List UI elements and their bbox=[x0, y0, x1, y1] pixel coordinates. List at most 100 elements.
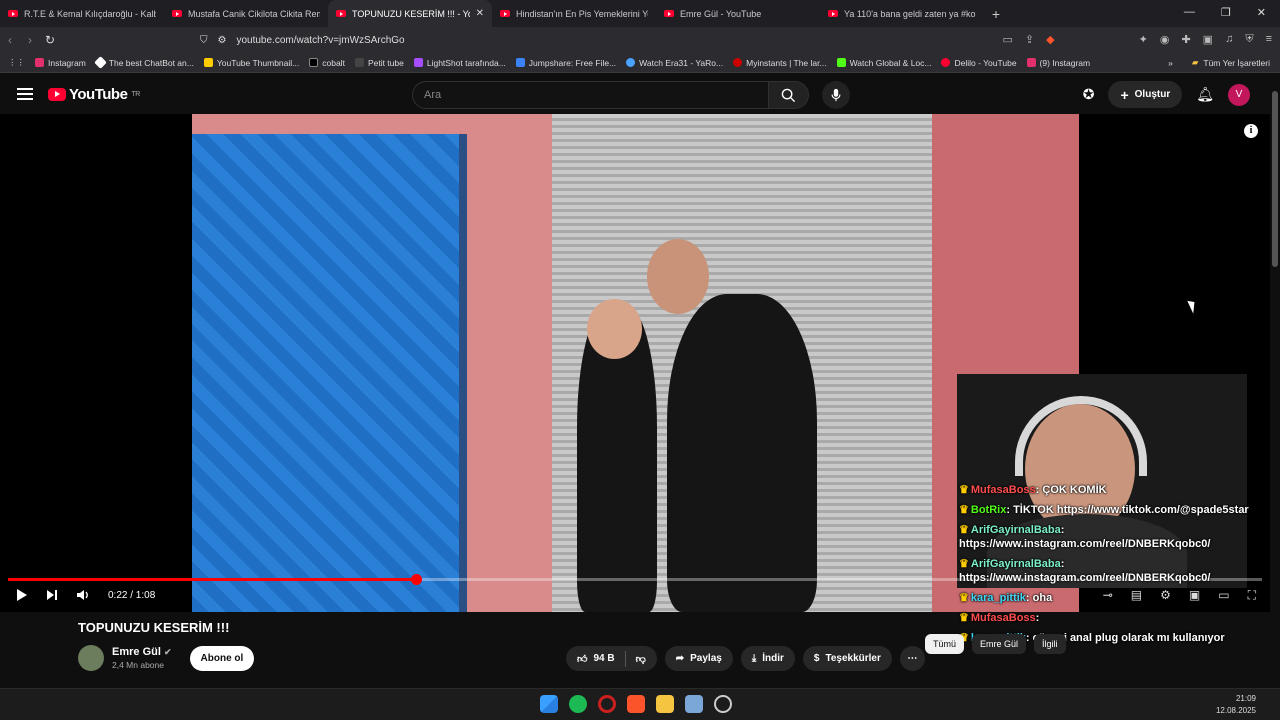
youtube-header: YouTubeTR ✪ + Oluştur 🔔︎ V bbox=[0, 73, 1280, 115]
bookmark-item[interactable]: Petit tube bbox=[354, 57, 404, 68]
more-bookmarks-icon[interactable]: » bbox=[1168, 58, 1173, 68]
tab-1[interactable]: Mustafa Canik Cikilota Cikita Remix bbox=[164, 0, 328, 27]
share-button[interactable]: ➦ Paylaş bbox=[664, 646, 733, 671]
chat-message: ♛ MufasaBoss: ÇOK KOMİK bbox=[959, 484, 1107, 496]
extension-icon[interactable]: ◉ bbox=[1160, 33, 1170, 46]
youtube-favicon-icon bbox=[336, 10, 346, 17]
cast-icon[interactable]: ▭ bbox=[1003, 33, 1013, 46]
bookmark-item[interactable]: YouTube Thumbnail... bbox=[203, 58, 299, 68]
photos-icon[interactable] bbox=[685, 695, 703, 713]
voice-search-button[interactable] bbox=[822, 81, 850, 109]
clock-date: 12.08.2025 bbox=[1215, 706, 1256, 715]
tab-2-active[interactable]: TOPUNUZU KESERİM !!! - YouTube ✕ bbox=[328, 0, 492, 27]
channel-name[interactable]: Emre Gül bbox=[112, 646, 161, 658]
info-icon[interactable]: i bbox=[1244, 124, 1258, 138]
video-scene-face bbox=[647, 239, 709, 314]
all-bookmarks[interactable]: » ▰ Tüm Yer İşaretleri bbox=[1168, 57, 1270, 68]
bookmark-label: Petit tube bbox=[367, 57, 404, 68]
chat-message: ♛ ArifGayirnalBaba: https://www.instagram… bbox=[959, 524, 1211, 550]
tab-5[interactable]: Ya 110'a bana geldi zaten ya #kolpaç bbox=[820, 0, 984, 27]
thanks-button[interactable]: $ Teşekkürler bbox=[802, 646, 892, 671]
bookmark-item[interactable]: cobalt bbox=[309, 58, 345, 68]
search-button[interactable] bbox=[769, 81, 809, 109]
bookmark-item[interactable]: (9) Instagram bbox=[1026, 58, 1090, 68]
brave-browser-icon[interactable] bbox=[627, 695, 645, 713]
download-button[interactable]: ⤓ İndir bbox=[740, 646, 795, 671]
bookmark-item[interactable]: Instagram bbox=[35, 58, 86, 68]
minimize-icon[interactable]: — bbox=[1184, 6, 1195, 19]
channel-avatar[interactable] bbox=[78, 645, 104, 671]
region-code: TR bbox=[131, 90, 140, 98]
vpn-icon[interactable]: ⛨ bbox=[1245, 33, 1253, 46]
bookmark-item[interactable]: Watch Global & Loc... bbox=[836, 58, 931, 68]
brave-shield-icon[interactable]: ◆ bbox=[1046, 33, 1054, 46]
bookmark-item[interactable]: LightShot tarafında... bbox=[413, 58, 506, 68]
window-controls: — ❐ ✕ bbox=[1170, 0, 1280, 25]
scrollbar-thumb[interactable] bbox=[1272, 91, 1278, 267]
avatar[interactable]: V bbox=[1228, 83, 1250, 106]
video-title-area: TOPUNUZU KESERİM !!! bbox=[78, 620, 229, 635]
notifications-bell-icon[interactable]: 🔔︎ bbox=[1196, 86, 1214, 103]
channel-row: Emre Gül ✔ 2,4 Mn abone Abone ol bbox=[78, 645, 255, 671]
video-scene-face bbox=[587, 299, 642, 359]
apps-grid-icon[interactable]: ⋮⋮ bbox=[8, 57, 25, 68]
bookmark-item[interactable]: Delilo - YouTube bbox=[941, 58, 1017, 68]
windows-start-icon[interactable] bbox=[540, 695, 558, 713]
hamburger-menu-icon[interactable] bbox=[17, 88, 33, 100]
chip-channel[interactable]: Emre Gül bbox=[972, 634, 1027, 654]
like-button[interactable]: 👍︎ 94 B 👎︎ bbox=[566, 646, 657, 671]
sidebar-icon[interactable]: ▣ bbox=[1203, 33, 1213, 46]
bookmark-item[interactable]: Watch Era31 - YaRo... bbox=[626, 58, 723, 68]
bookmark-label: cobalt bbox=[322, 57, 345, 68]
thumbs-down-icon[interactable]: 👎︎ bbox=[636, 653, 646, 665]
bookmark-item[interactable]: Jumpshare: Free File... bbox=[515, 58, 616, 68]
music-icon[interactable]: ♫ bbox=[1225, 33, 1233, 46]
subscribe-button[interactable]: Abone ol bbox=[189, 645, 255, 671]
stream-chat-overlay: ♛ MufasaBoss: ÇOK KOMİK ♛ BotRix: TİKTOK ht… bbox=[957, 480, 1267, 648]
maximize-icon[interactable]: ❐ bbox=[1221, 6, 1231, 19]
new-tab-icon[interactable]: + bbox=[984, 6, 1008, 22]
back-icon[interactable]: ‹ bbox=[0, 33, 20, 47]
thumbs-up-icon: 👍︎ bbox=[577, 653, 588, 665]
reload-icon[interactable]: ↻ bbox=[40, 33, 60, 47]
close-window-icon[interactable]: ✕ bbox=[1257, 6, 1266, 19]
chat-username: MufasaBoss bbox=[970, 484, 1036, 496]
spotify-icon[interactable] bbox=[569, 695, 587, 713]
browser-tab-strip: R.T.E & Kemal Kılıçdaroğlu - Kalbim Must… bbox=[0, 0, 1280, 27]
system-clock[interactable]: 21:09 12.08.2025 bbox=[1216, 693, 1256, 717]
more-actions-button[interactable]: ⋯ bbox=[899, 646, 925, 671]
chat-badge-icon: ♛ bbox=[959, 524, 969, 536]
url-text[interactable]: youtube.com/watch?v=jmWzSArchGo bbox=[236, 35, 404, 46]
bookmark-item[interactable]: The best ChatBot an... bbox=[93, 56, 194, 69]
forward-icon[interactable]: › bbox=[20, 33, 40, 47]
tab-0[interactable]: R.T.E & Kemal Kılıçdaroğlu - Kalbim bbox=[0, 0, 164, 27]
site-info-icon[interactable]: ⚙ bbox=[218, 35, 227, 46]
extension-icon[interactable]: ✦ bbox=[1139, 33, 1148, 46]
chip-related[interactable]: İlgili bbox=[1034, 634, 1066, 654]
chip-all[interactable]: Tümü bbox=[925, 634, 965, 654]
video-title: TOPUNUZU KESERİM !!! bbox=[78, 620, 230, 635]
create-button[interactable]: + Oluştur bbox=[1108, 81, 1183, 108]
search-input[interactable] bbox=[412, 81, 769, 109]
kick-icon bbox=[836, 58, 846, 67]
tab-3[interactable]: Hindistan'ın En Pis Yemeklerini Yedim bbox=[492, 0, 656, 27]
like-count: 94 B bbox=[593, 653, 615, 664]
progress-scrubber[interactable] bbox=[410, 574, 422, 585]
headset bbox=[1015, 396, 1147, 476]
tab-4[interactable]: Emre Gül - YouTube bbox=[656, 0, 820, 27]
recommendation-chips: Tümü Emre Gül İlgili bbox=[925, 634, 1066, 654]
steam-icon[interactable] bbox=[714, 695, 732, 713]
video-scene-person-tall bbox=[667, 294, 817, 612]
share-icon[interactable]: ⇪ bbox=[1025, 33, 1034, 46]
youtube-logo[interactable]: YouTube TR bbox=[48, 86, 140, 103]
bookmark-item[interactable]: Myinstants | The lar... bbox=[733, 58, 827, 68]
premium-gift-icon[interactable]: ✪ bbox=[1083, 86, 1095, 103]
close-tab-icon[interactable]: ✕ bbox=[476, 8, 484, 19]
page-scrollbar[interactable] bbox=[1270, 73, 1280, 688]
menu-icon[interactable]: ≡ bbox=[1266, 33, 1272, 46]
file-explorer-icon[interactable] bbox=[656, 695, 674, 713]
opera-icon[interactable] bbox=[598, 695, 616, 713]
player-controls-left: 0:22 / 1:08 bbox=[16, 588, 155, 602]
bookmark-icon[interactable]: ⛉ bbox=[200, 35, 208, 46]
extensions-puzzle-icon[interactable]: ✚ bbox=[1181, 33, 1190, 46]
